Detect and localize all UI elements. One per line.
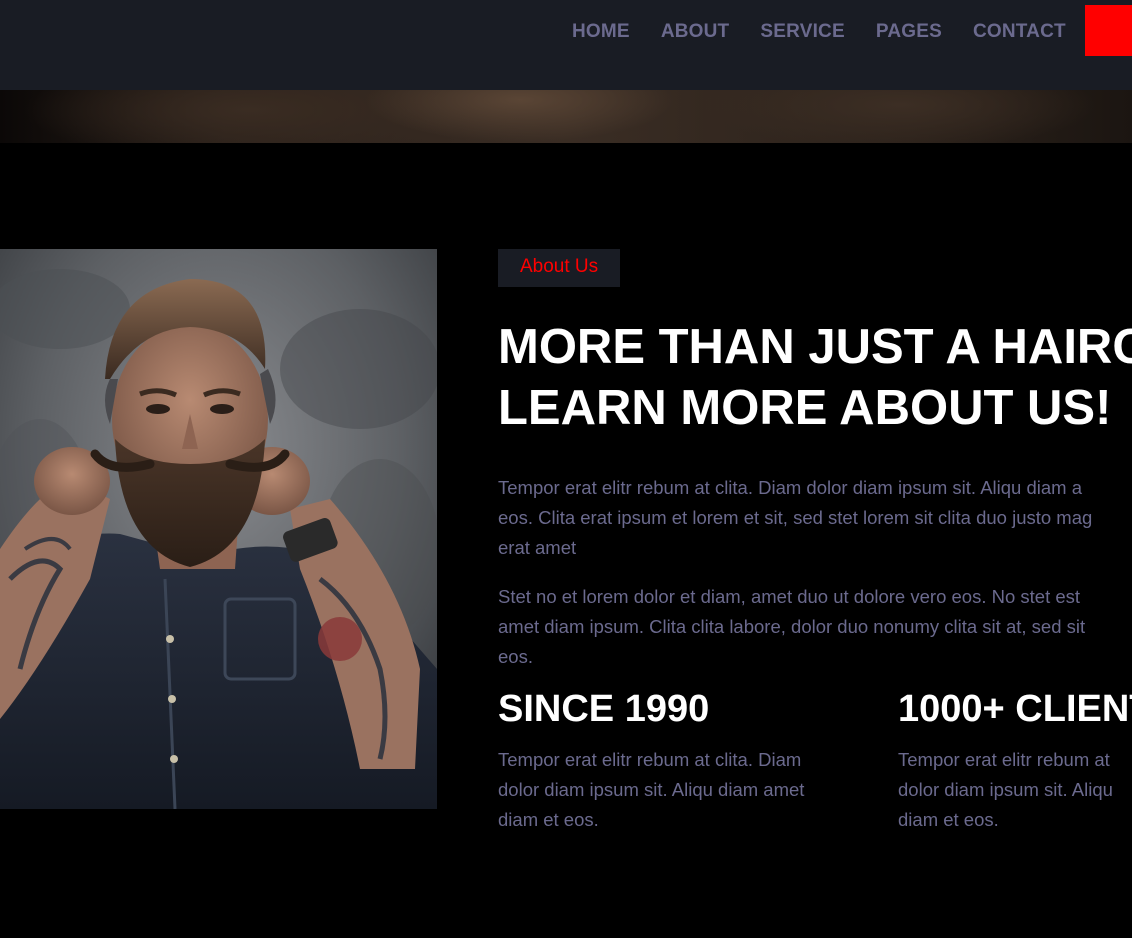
about-paragraph-2: Stet no et lorem dolor et diam, amet duo… <box>498 582 1132 672</box>
stat-clients: 1000+ CLIENT Tempor erat elitr rebum at … <box>898 685 1132 835</box>
nav-item-about[interactable]: ABOUT <box>661 21 730 43</box>
paragraph-line: Tempor erat elitr rebum at clita. Diam d… <box>498 477 1082 498</box>
about-section: About Us MORE THAN JUST A HAIRC LEARN MO… <box>498 249 1132 830</box>
hero-image-strip <box>0 90 1132 143</box>
about-title-line-2: LEARN MORE ABOUT US! <box>498 381 1112 435</box>
stat-since: SINCE 1990 Tempor erat elitr rebum at cl… <box>498 685 878 835</box>
paragraph-line: Stet no et lorem dolor et diam, amet duo… <box>498 586 1081 607</box>
navbar: HOME ABOUT SERVICE PAGES CONTACT <box>0 0 1132 90</box>
stat-title: SINCE 1990 <box>498 688 710 730</box>
paragraph-line: erat amet <box>498 537 577 558</box>
stat-line: Tempor erat elitr rebum at clita. Diam <box>498 749 802 770</box>
about-title-line-1: MORE THAN JUST A HAIRC <box>498 320 1132 374</box>
page: HOME ABOUT SERVICE PAGES CONTACT About U… <box>0 0 1132 938</box>
nav-item-service[interactable]: SERVICE <box>760 21 844 43</box>
section-tag: About Us <box>498 249 621 287</box>
nav-cta-button[interactable] <box>1085 5 1132 56</box>
about-stats: SINCE 1990 Tempor erat elitr rebum at cl… <box>498 685 1132 835</box>
nav-item-contact[interactable]: CONTACT <box>973 21 1066 43</box>
portrait-illustration <box>0 249 437 809</box>
main-nav: HOME ABOUT SERVICE PAGES CONTACT <box>572 0 1097 64</box>
stat-line: diam et eos. <box>498 809 599 830</box>
stat-line: dolor diam ipsum sit. Aliqu <box>898 779 1113 800</box>
stat-line: dolor diam ipsum sit. Aliqu diam amet <box>498 779 805 800</box>
barber-portrait-image <box>0 249 437 809</box>
stat-text: Tempor erat elitr rebum at clita. Diam d… <box>498 745 878 835</box>
stat-line: Tempor erat elitr rebum at <box>898 749 1110 770</box>
about-title: MORE THAN JUST A HAIRC LEARN MORE ABOUT … <box>498 317 1132 439</box>
stat-text: Tempor erat elitr rebum at dolor diam ip… <box>898 745 1132 835</box>
paragraph-line: eos. <box>498 646 533 667</box>
nav-item-home[interactable]: HOME <box>572 21 630 43</box>
stat-line: diam et eos. <box>898 809 999 830</box>
nav-item-pages[interactable]: PAGES <box>876 21 942 43</box>
paragraph-line: amet diam ipsum. Clita clita labore, dol… <box>498 616 1086 637</box>
paragraph-line: eos. Clita erat ipsum et lorem et sit, s… <box>498 507 1093 528</box>
stat-title: 1000+ CLIENT <box>898 688 1132 730</box>
about-paragraph-1: Tempor erat elitr rebum at clita. Diam d… <box>498 473 1132 563</box>
